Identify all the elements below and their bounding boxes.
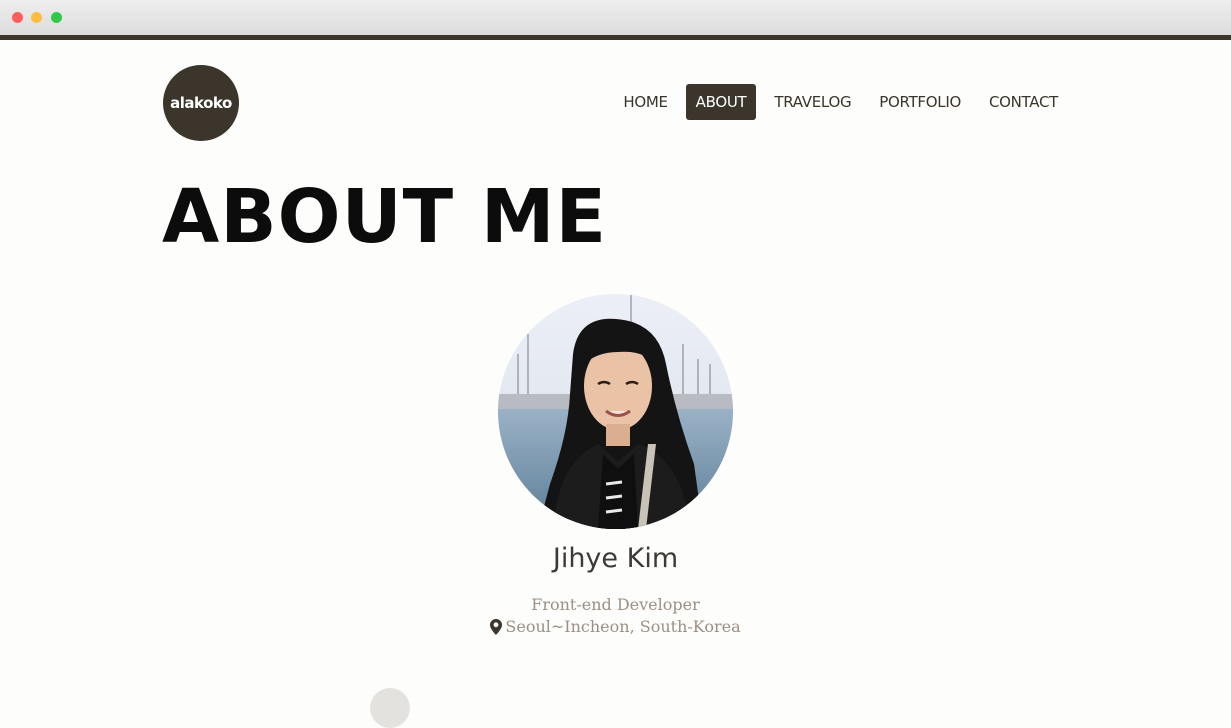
profile-name: Jihye Kim — [552, 543, 679, 574]
window-minimize-button[interactable] — [31, 12, 42, 23]
about-page: alakoko HOME ABOUT TRAVELOG PORTFOLIO CO… — [0, 40, 1231, 728]
site-logo[interactable]: alakoko — [163, 65, 239, 141]
nav-item-about[interactable]: ABOUT — [685, 84, 757, 120]
profile-role: Front-end Developer — [531, 595, 700, 614]
next-section-circle — [370, 688, 410, 728]
map-marker-icon — [490, 618, 503, 635]
browser-chrome — [0, 0, 1231, 35]
page-title: ABOUT ME — [162, 174, 608, 260]
profile-location: Seoul~Incheon, South-Korea — [0, 617, 1231, 636]
profile-location-text: Seoul~Incheon, South-Korea — [505, 617, 741, 636]
window-close-button[interactable] — [12, 12, 23, 23]
nav-item-home[interactable]: HOME — [613, 84, 677, 120]
logo-text: alakoko — [170, 94, 232, 112]
nav-item-contact[interactable]: CONTACT — [979, 84, 1068, 120]
window-zoom-button[interactable] — [51, 12, 62, 23]
nav-item-portfolio[interactable]: PORTFOLIO — [869, 84, 971, 120]
main-navigation: HOME ABOUT TRAVELOG PORTFOLIO CONTACT — [613, 84, 1068, 120]
profile-photo — [498, 294, 733, 529]
nav-item-travelog[interactable]: TRAVELOG — [764, 84, 861, 120]
